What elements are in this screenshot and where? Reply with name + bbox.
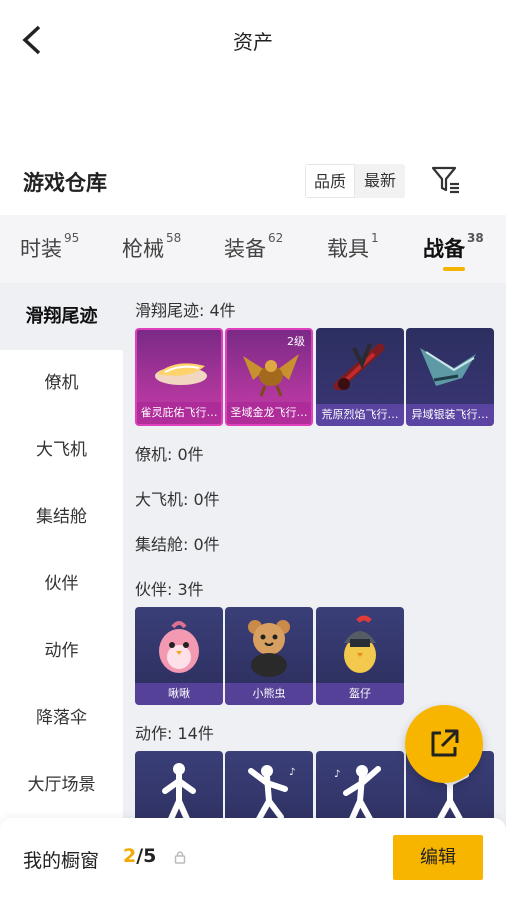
tab-label: 载具 (327, 237, 369, 261)
dance-emote-icon (162, 763, 196, 822)
sidebar-item-emote[interactable]: 动作 (0, 618, 123, 685)
item-name: 啾啾 (135, 683, 223, 705)
tab-equipment[interactable]: 装备 62 (224, 231, 284, 263)
item-name: 盔仔 (316, 683, 404, 705)
group-label-emote: 动作: 14件 (135, 724, 214, 743)
feather-trail-icon (155, 363, 207, 385)
tab-label: 时装 (20, 237, 62, 261)
share-button[interactable] (405, 705, 483, 783)
item-card[interactable]: 2级 圣域金龙飞行… (225, 328, 313, 426)
item-name: 荒原烈焰飞行… (316, 404, 404, 426)
top-bar: 资产 (0, 0, 506, 80)
edit-button[interactable]: 编辑 (393, 835, 483, 880)
category-sidebar: 滑翔尾迹 僚机 大飞机 集结舱 伙伴 动作 降落伞 大厅场景 (0, 283, 123, 897)
tab-vehicles[interactable]: 载具 1 (327, 231, 379, 263)
tab-count: 58 (166, 231, 182, 245)
pink-bird-partner-icon (159, 621, 199, 673)
item-card[interactable]: 荒原烈焰飞行… (316, 328, 404, 426)
flame-trail-icon (333, 343, 385, 391)
showcase-count: 2/5 (123, 845, 156, 867)
sidebar-item-wingman[interactable]: 僚机 (0, 350, 123, 417)
tab-label: 战备 (423, 237, 465, 261)
tab-label: 枪械 (122, 237, 164, 261)
silver-wing-trail-icon (420, 348, 476, 386)
showcase-label: 我的橱窗 (23, 850, 100, 872)
dance-emote-icon: ♪ (248, 765, 295, 822)
item-card[interactable]: 异域银装飞行… (406, 328, 494, 426)
item-name: 圣域金龙飞行… (227, 402, 311, 424)
filter-icon (431, 166, 459, 194)
filter-button[interactable] (430, 164, 462, 196)
showcase-current: 2 (123, 845, 137, 867)
sort-latest-option[interactable]: 最新 (355, 164, 405, 198)
group-label-pod: 集结舱: 0件 (135, 535, 220, 554)
bear-partner-icon (248, 620, 290, 677)
sort-toggle[interactable]: 品质 最新 (305, 164, 405, 198)
showcase-total: /5 (136, 845, 157, 867)
helmet-chick-partner-icon (344, 615, 376, 673)
group-label-plane: 大飞机: 0件 (135, 490, 220, 509)
sidebar-item-pod[interactable]: 集结舱 (0, 484, 123, 551)
tab-count: 1 (371, 231, 379, 245)
sidebar-item-parachute[interactable]: 降落伞 (0, 685, 123, 752)
sidebar-item-plane[interactable]: 大飞机 (0, 417, 123, 484)
external-link-icon (431, 729, 459, 757)
showcase-bar: 我的橱窗 2/5 编辑 (0, 818, 506, 897)
item-card[interactable]: 雀灵庇佑飞行… (135, 328, 223, 426)
tab-label: 装备 (224, 237, 266, 261)
lock-icon (174, 851, 186, 864)
item-name: 小熊虫 (225, 683, 313, 705)
page-title: 资产 (233, 30, 273, 54)
item-name: 雀灵庇佑飞行… (137, 402, 221, 424)
svg-text:♪: ♪ (289, 767, 295, 778)
group-label-trail: 滑翔尾迹: 4件 (135, 301, 236, 320)
tab-guns[interactable]: 枪械 58 (122, 231, 182, 263)
tab-combat-prep[interactable]: 战备 38 (423, 231, 484, 263)
dance-emote-icon: ♪ (334, 765, 381, 822)
group-label-wingman: 僚机: 0件 (135, 445, 204, 464)
tab-count: 38 (467, 231, 484, 245)
item-card[interactable]: 盔仔 (316, 607, 404, 705)
item-card[interactable]: 啾啾 (135, 607, 223, 705)
category-tabs: 时装 95 枪械 58 装备 62 载具 1 战备 38 (0, 215, 506, 283)
sort-quality-option[interactable]: 品质 (305, 164, 355, 198)
sidebar-item-glide-trail[interactable]: 滑翔尾迹 (0, 283, 123, 350)
dragon-trail-icon (243, 354, 299, 397)
svg-text:♪: ♪ (334, 769, 340, 780)
sidebar-item-partner[interactable]: 伙伴 (0, 551, 123, 618)
sidebar-item-lobby-scene[interactable]: 大厅场景 (0, 752, 123, 819)
active-tab-indicator (443, 267, 465, 271)
group-label-partner: 伙伴: 3件 (135, 580, 204, 599)
item-name: 异域银装飞行… (406, 404, 494, 426)
warehouse-title: 游戏仓库 (23, 171, 107, 195)
item-list: 滑翔尾迹: 4件 雀灵庇佑飞行… 2级 圣域金龙飞行… 荒原烈焰飞行… 异域银装… (123, 283, 506, 897)
tab-count: 95 (64, 231, 80, 245)
tab-count: 62 (268, 231, 284, 245)
item-card[interactable]: 小熊虫 (225, 607, 313, 705)
tab-fashion[interactable]: 时装 95 (20, 231, 80, 263)
